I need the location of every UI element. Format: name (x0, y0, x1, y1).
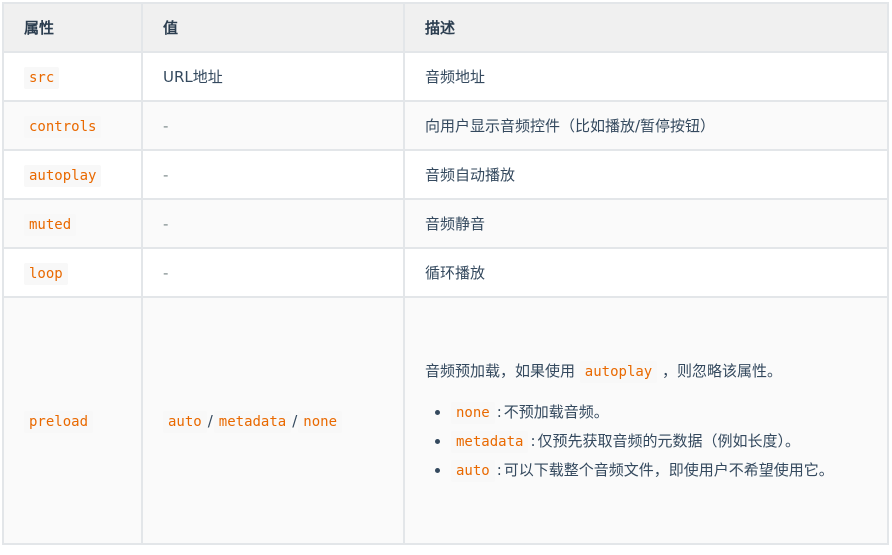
attr-code: src (24, 66, 60, 89)
list-item: metadata:仅预先获取音频的元数据（例如长度）。 (451, 427, 867, 456)
value-cell: auto / metadata / none (141, 296, 405, 545)
value-separator: / (292, 411, 298, 430)
table-row: controls - 向用户显示音频控件（比如播放/暂停按钮） (2, 100, 889, 151)
value-cell: - (141, 149, 405, 200)
desc-cell: 向用户显示音频控件（比如播放/暂停按钮） (403, 100, 889, 151)
attr-cell: autoplay (2, 149, 143, 200)
attr-cell: loop (2, 247, 143, 298)
list-item: auto:可以下载整个音频文件，即使用户不希望使用它。 (451, 456, 867, 485)
audio-attributes-table: 属性 值 描述 src URL地址 音频地址 controls - 向用户显示音… (2, 2, 889, 545)
option-text: 不预加载音频。 (503, 402, 609, 421)
desc-cell: 音频地址 (403, 51, 889, 102)
option-code: auto (451, 459, 495, 482)
table-row: autoplay - 音频自动播放 (2, 149, 889, 200)
header-description: 描述 (403, 2, 889, 53)
preload-description: 音频预加载，如果使用 autoplay ，则忽略该属性。 (425, 357, 867, 386)
attr-cell: src (2, 51, 143, 102)
table-row-preload: preload auto / metadata / none 音频预加载，如果使用 au… (2, 296, 889, 545)
desc-cell: 音频自动播放 (403, 149, 889, 200)
attr-cell: controls (2, 100, 143, 151)
table-row: src URL地址 音频地址 (2, 51, 889, 102)
header-attribute: 属性 (2, 2, 143, 53)
colon: : (496, 402, 502, 421)
option-code: none (451, 401, 495, 424)
desc-cell: 音频静音 (403, 198, 889, 249)
option-code: metadata (451, 430, 529, 453)
colon: : (530, 431, 536, 450)
desc-text: ，则忽略该属性。 (662, 361, 783, 380)
attr-code: muted (24, 213, 77, 236)
header-value: 值 (141, 2, 405, 53)
attr-code: autoplay (24, 164, 102, 187)
attr-code: loop (24, 262, 68, 285)
table-row: loop - 循环播放 (2, 247, 889, 298)
attr-code: preload (24, 410, 94, 433)
value-cell: URL地址 (141, 51, 405, 102)
value-cell: - (141, 198, 405, 249)
list-item: none:不预加载音频。 (451, 398, 867, 427)
attr-cell: muted (2, 198, 143, 249)
value-cell: - (141, 100, 405, 151)
attr-code: controls (24, 115, 102, 138)
desc-text: 音频预加载，如果使用 (425, 361, 576, 380)
value-separator: / (207, 411, 213, 430)
value-code-metadata: metadata (213, 410, 292, 433)
value-code-auto: auto (163, 410, 207, 433)
desc-code-autoplay: autoplay (579, 360, 658, 383)
colon: : (496, 460, 502, 479)
value-cell: - (141, 247, 405, 298)
option-text: 仅预先获取音频的元数据（例如长度）。 (537, 431, 801, 450)
desc-cell: 循环播放 (403, 247, 889, 298)
desc-cell: 音频预加载，如果使用 autoplay ，则忽略该属性。 none:不预加载音频… (403, 296, 889, 545)
attr-cell: preload (2, 296, 143, 545)
table-header-row: 属性 值 描述 (2, 2, 889, 53)
preload-options-list: none:不预加载音频。 metadata:仅预先获取音频的元数据（例如长度）。… (425, 398, 867, 485)
value-code-none: none (298, 410, 342, 433)
option-text: 可以下载整个音频文件，即使用户不希望使用它。 (503, 460, 834, 479)
table-row: muted - 音频静音 (2, 198, 889, 249)
